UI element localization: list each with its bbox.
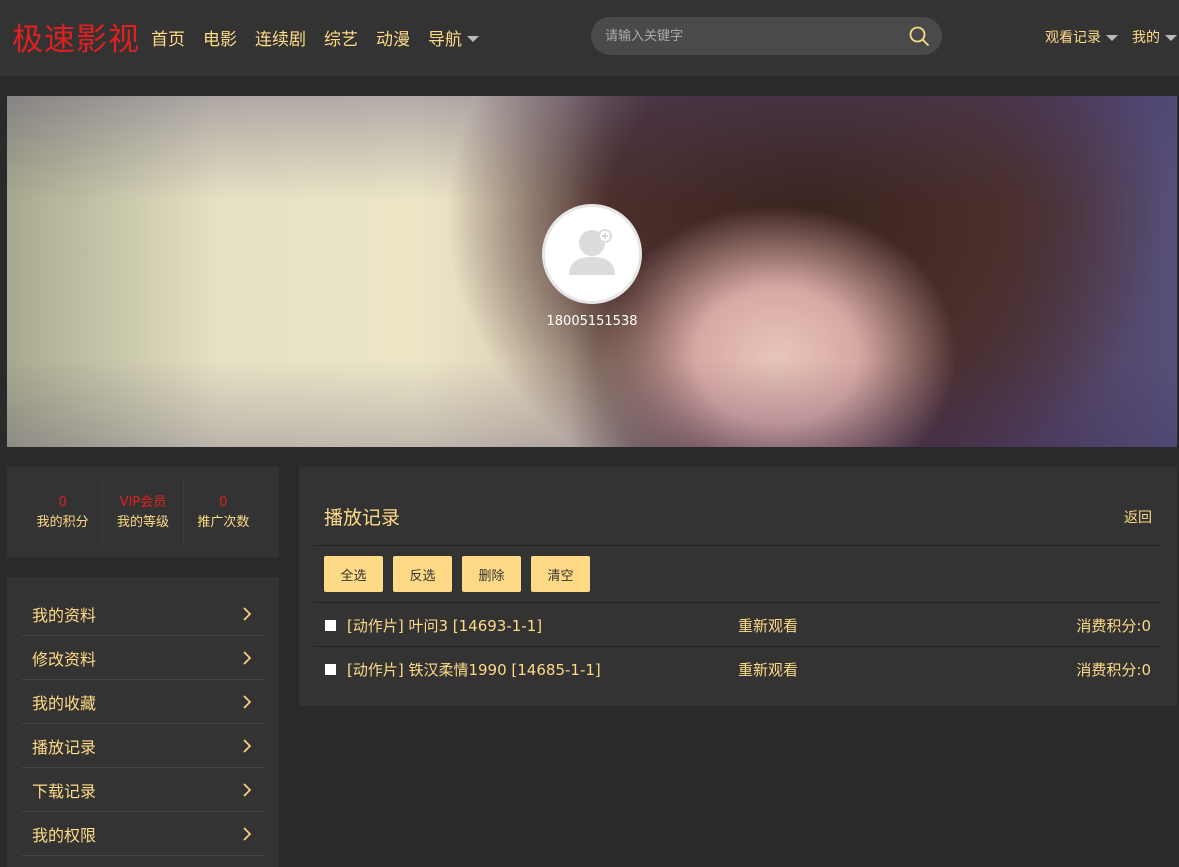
record-checkbox[interactable] (325, 664, 336, 675)
menu-item-label: 我的权限 (32, 825, 97, 845)
menu-item-downloads[interactable]: 下载记录 (22, 768, 264, 812)
avatar[interactable] (542, 204, 642, 304)
menu-item-permissions[interactable]: 我的权限 (22, 812, 264, 856)
page-title: 播放记录 (324, 507, 401, 529)
default-avatar-icon (569, 229, 615, 275)
points-spent: 消费积分:0 (1076, 617, 1151, 635)
user-stats-panel: 0 我的积分 VIP会员 我的等级 0 推广次数 (7, 467, 279, 557)
record-checkbox[interactable] (325, 620, 336, 631)
my-account-dropdown[interactable]: 我的 (1132, 27, 1177, 47)
rewatch-link[interactable]: 重新观看 (738, 615, 798, 636)
chevron-right-icon (243, 650, 252, 665)
menu-item-profile[interactable]: 我的资料 (22, 592, 264, 636)
top-header: 极速影视 首页 电影 连续剧 综艺 动漫 导航 观看记录 我的 (0, 0, 1179, 76)
chevron-down-icon (1106, 35, 1118, 41)
search-input[interactable] (605, 25, 895, 47)
rewatch-link[interactable]: 重新观看 (738, 659, 798, 680)
menu-item-label: 我的资料 (32, 605, 97, 625)
stat-points-label: 我的积分 (36, 515, 89, 530)
chevron-down-icon (1165, 35, 1177, 41)
menu-item-play-history[interactable]: 播放记录 (22, 724, 264, 768)
main-nav: 首页 电影 连续剧 综艺 动漫 导航 (151, 25, 497, 50)
stat-level: VIP会员 我的等级 (103, 481, 184, 543)
menu-item-label: 播放记录 (32, 737, 97, 757)
clear-button[interactable]: 清空 (531, 556, 590, 592)
chevron-right-icon (243, 782, 252, 797)
site-logo[interactable]: 极速影视 (12, 14, 140, 59)
search-icon[interactable] (908, 25, 930, 47)
watch-history-label: 观看记录 (1045, 30, 1101, 46)
list-item: [动作片] 叶问3 [14693-1-1] 重新观看 消费积分:0 (314, 602, 1162, 646)
points-spent: 消费积分:0 (1076, 661, 1151, 679)
nav-variety[interactable]: 综艺 (324, 25, 358, 50)
back-link[interactable]: 返回 (1124, 507, 1152, 527)
stat-points: 0 我的积分 (23, 481, 104, 543)
invert-selection-button[interactable]: 反选 (393, 556, 452, 592)
select-all-button[interactable]: 全选 (324, 556, 383, 592)
history-list: [动作片] 叶问3 [14693-1-1] 重新观看 消费积分:0 [动作片] … (314, 602, 1162, 690)
nav-movies[interactable]: 电影 (203, 25, 237, 50)
user-menu: 我的资料 修改资料 我的收藏 播放记录 下载记录 我的权限 (7, 577, 279, 867)
menu-item-label: 修改资料 (32, 649, 97, 669)
stat-referrals-label: 推广次数 (197, 515, 250, 530)
menu-item-favorites[interactable]: 我的收藏 (22, 680, 264, 724)
menu-item-label: 下载记录 (32, 781, 97, 801)
nav-home[interactable]: 首页 (151, 25, 185, 50)
nav-anime[interactable]: 动漫 (376, 25, 410, 50)
nav-guide-label: 导航 (428, 30, 462, 50)
stat-level-label: 我的等级 (116, 515, 169, 530)
nav-guide-dropdown[interactable]: 导航 (428, 25, 479, 50)
divider (314, 545, 1162, 546)
my-account-label: 我的 (1132, 30, 1160, 46)
stat-referrals: 0 推广次数 (184, 481, 263, 543)
menu-item-edit-profile[interactable]: 修改资料 (22, 636, 264, 680)
chevron-right-icon (243, 826, 252, 841)
menu-item-label: 我的收藏 (32, 693, 97, 713)
chevron-down-icon (467, 35, 479, 42)
action-toolbar: 全选 反选 删除 清空 (324, 556, 600, 592)
nav-series[interactable]: 连续剧 (255, 25, 306, 50)
username: 18005151538 (546, 314, 638, 329)
delete-button[interactable]: 删除 (462, 556, 521, 592)
record-title-link[interactable]: [动作片] 铁汉柔情1990 [14685-1-1] (347, 659, 601, 680)
chevron-right-icon (243, 694, 252, 709)
profile-banner: 18005151538 (7, 96, 1177, 447)
play-history-panel: 播放记录 返回 全选 反选 删除 清空 [动作片] 叶问3 [14693-1-1… (299, 467, 1177, 706)
stat-referrals-value: 0 (219, 495, 228, 510)
search-box (591, 17, 942, 55)
list-item: [动作片] 铁汉柔情1990 [14685-1-1] 重新观看 消费积分:0 (314, 646, 1162, 690)
watch-history-dropdown[interactable]: 观看记录 (1045, 27, 1118, 47)
chevron-right-icon (243, 606, 252, 621)
user-nav: 观看记录 我的 (1045, 27, 1179, 47)
record-title-link[interactable]: [动作片] 叶问3 [14693-1-1] (347, 615, 542, 636)
stat-points-value: 0 (58, 495, 67, 510)
stat-level-value: VIP会员 (119, 495, 167, 510)
chevron-right-icon (243, 738, 252, 753)
